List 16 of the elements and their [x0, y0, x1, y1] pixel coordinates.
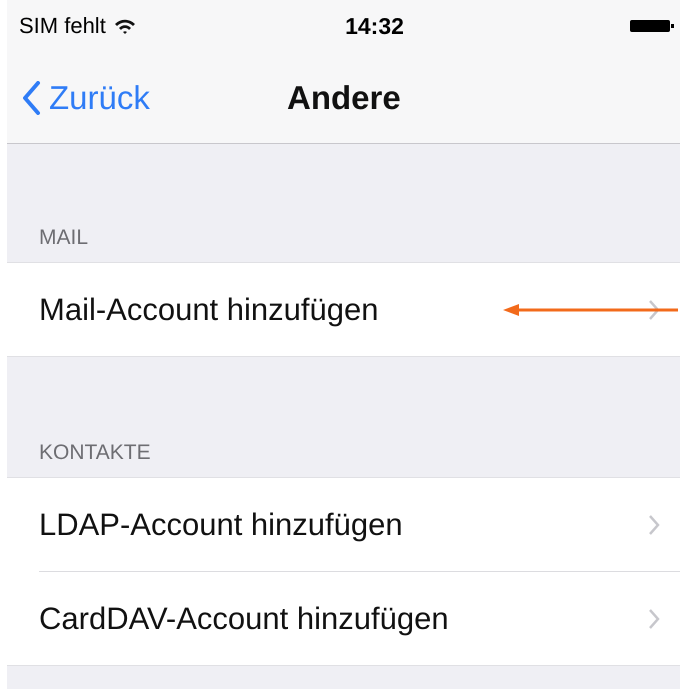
list-row[interactable]: Mail-Account hinzufügen: [7, 263, 680, 356]
chevron-left-icon: [21, 80, 41, 114]
section-header: MAIL: [39, 226, 88, 250]
wifi-icon: [114, 18, 136, 34]
carrier-text: SIM fehlt: [19, 13, 106, 39]
list-row[interactable]: CardDAV-Account hinzufügen: [7, 572, 680, 665]
back-label: Zurück: [49, 78, 150, 116]
battery-icon: [630, 18, 674, 34]
chevron-right-icon: [648, 298, 660, 320]
clock-time: 14:32: [345, 12, 404, 40]
back-button[interactable]: Zurück: [7, 78, 150, 116]
nav-title: Andere: [287, 78, 401, 116]
chevron-right-icon: [648, 608, 660, 630]
section-header: KONTAKTE: [39, 441, 151, 465]
list-row[interactable]: LDAP-Account hinzufügen: [7, 478, 680, 571]
chevron-right-icon: [648, 514, 660, 536]
